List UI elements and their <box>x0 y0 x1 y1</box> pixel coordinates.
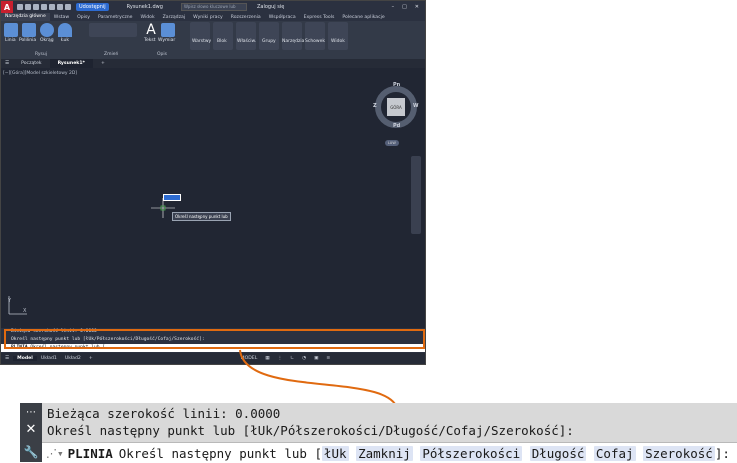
command-input[interactable]: ⋰▾ PLINIA Określ następny punkt lub [ łU… <box>42 442 737 463</box>
history-line-1: Bieżąca szerokość linii: 0.0000 <box>47 406 281 421</box>
drag-handle-icon[interactable]: ⋯ <box>20 406 42 418</box>
option-close[interactable]: Zamknij <box>356 445 413 461</box>
history-line-2: Określ następny punkt lub [łUk/Półszerok… <box>47 423 574 438</box>
option-undo[interactable]: Cofaj <box>593 445 636 461</box>
recent-commands-icon[interactable]: ⋰▾ <box>46 447 64 460</box>
command-prompt-end: ]: <box>714 445 730 461</box>
option-length[interactable]: Długość <box>529 445 587 461</box>
callout-arrow <box>239 349 404 420</box>
wrench-icon[interactable]: 🔧 <box>20 443 42 460</box>
command-line-zoom[interactable]: ⋯ ✕ 🔧 Bieżąca szerokość linii: 0.0000 Ok… <box>20 403 737 463</box>
command-prompt: Określ następny punkt lub [ <box>118 445 322 461</box>
option-width[interactable]: Szerokość <box>643 445 715 461</box>
close-icon[interactable]: ✕ <box>20 422 42 437</box>
option-arc[interactable]: łUk <box>321 445 349 461</box>
command-line-handle-bar: ⋯ ✕ 🔧 <box>20 403 42 462</box>
option-halfwidth[interactable]: Półszerokości <box>420 445 523 461</box>
command-history: Bieżąca szerokość linii: 0.0000 Określ n… <box>42 403 737 442</box>
command-name: PLINIA <box>67 445 113 461</box>
